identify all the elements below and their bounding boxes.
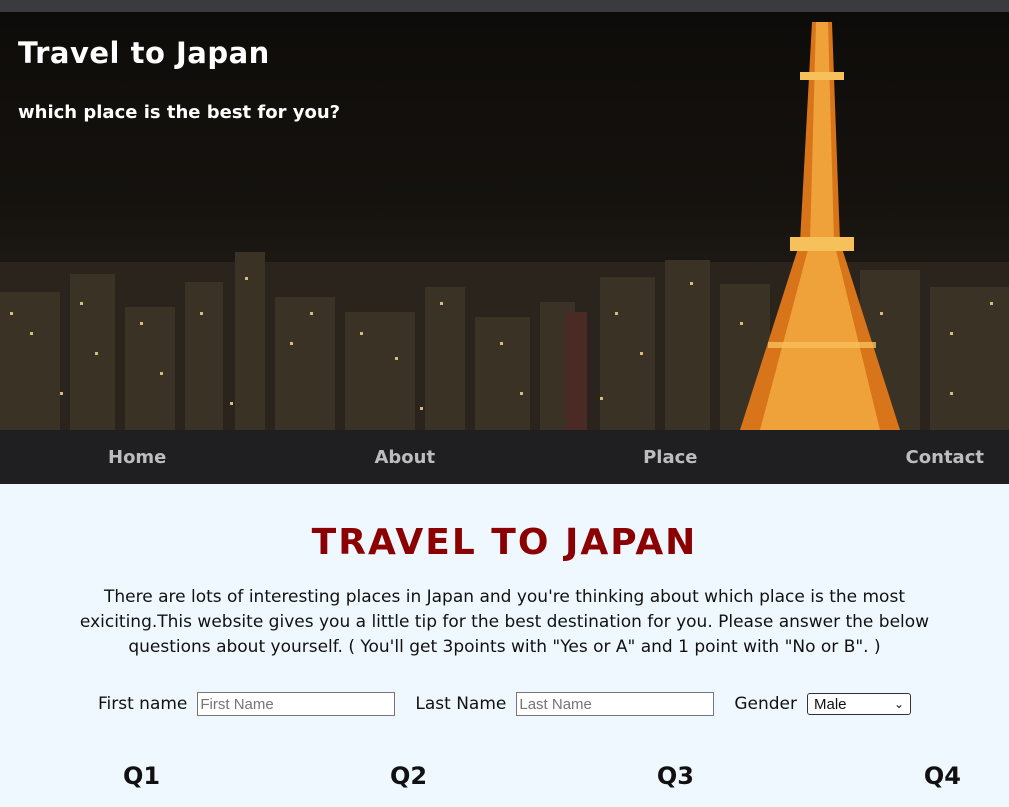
chevron-down-icon: ⌄: [893, 697, 905, 711]
site-subtitle: which place is the best for you?: [18, 102, 341, 123]
first-name-label: First name: [97, 694, 188, 714]
question-1-heading: Q1: [123, 762, 161, 790]
page-title: TRAVEL TO JAPAN: [311, 522, 698, 563]
nav-contact-link[interactable]: Contact: [906, 447, 984, 468]
gender-select[interactable]: Male ⌄: [807, 693, 912, 715]
nav-about-link[interactable]: About: [374, 447, 435, 468]
last-name-label: Last Name: [415, 694, 507, 714]
question-4-heading: Q4: [923, 762, 961, 790]
site-title: Travel to Japan: [18, 36, 270, 70]
gender-selected-value: Male: [814, 695, 847, 713]
question-2-heading: Q2: [389, 762, 428, 790]
gender-label: Gender: [734, 694, 798, 714]
question-3-heading: Q3: [656, 762, 695, 790]
user-info-form: First name Last Name Gender Male ⌄: [0, 692, 1009, 716]
last-name-input[interactable]: [516, 692, 715, 716]
browser-top-strip: [0, 0, 1009, 12]
nav-place-link[interactable]: Place: [643, 447, 697, 468]
nav-home-link[interactable]: Home: [108, 447, 166, 468]
first-name-input[interactable]: [197, 692, 396, 716]
main-content: TRAVEL TO JAPAN There are lots of intere…: [0, 484, 1009, 790]
main-nav: Home About Place Contact: [0, 430, 1009, 484]
intro-paragraph: There are lots of interesting places in …: [79, 587, 930, 657]
tokyo-night-photo: [0, 22, 1009, 430]
hero-banner: Travel to Japan which place is the best …: [0, 12, 1009, 430]
tokyo-tower-shape: [740, 22, 900, 430]
question-headings: Q1 Q2 Q3 Q4: [0, 762, 1009, 790]
